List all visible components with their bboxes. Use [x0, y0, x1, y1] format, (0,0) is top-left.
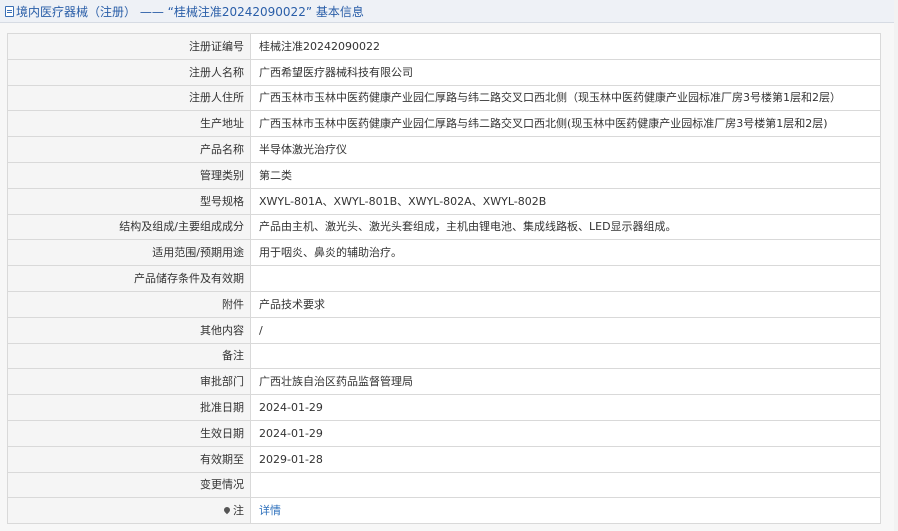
- table-row: 注册人名称 广西希望医疗器械科技有限公司: [7, 58, 881, 86]
- note-value-cell: 详情: [250, 497, 881, 525]
- pin-icon: [222, 505, 232, 515]
- field-value: 第二类: [250, 161, 881, 189]
- field-label: 注册人住所: [7, 84, 251, 112]
- note-row: 注 详情: [7, 497, 881, 525]
- field-label: 注册人名称: [7, 58, 251, 86]
- table-row: 注册证编号 桂械注准20242090022: [7, 33, 881, 60]
- page-title: 境内医疗器械（注册） —— “桂械注准20242090022” 基本信息: [16, 4, 364, 19]
- field-label: 备注: [7, 342, 251, 370]
- detail-table: 注册证编号 桂械注准20242090022 注册人名称 广西希望医疗器械科技有限公司…: [7, 33, 881, 525]
- field-label: 附件: [7, 290, 251, 318]
- field-value: 广西壮族自治区药品监督管理局: [250, 368, 881, 396]
- field-value: 产品由主机、激光头、激光头套组成，主机由锂电池、集成线路板、LED显示器组成。: [250, 213, 881, 241]
- field-label: 结构及组成/主要组成成分: [7, 213, 251, 241]
- table-row: 结构及组成/主要组成成分 产品由主机、激光头、激光头套组成，主机由锂电池、集成线路…: [7, 213, 881, 241]
- field-value: /: [250, 316, 881, 344]
- table-row: 备注: [7, 342, 881, 370]
- table-row: 产品储存条件及有效期: [7, 265, 881, 292]
- field-label: 产品储存条件及有效期: [7, 265, 251, 292]
- field-label: 产品名称: [7, 136, 251, 163]
- field-value: 广西玉林市玉林中医药健康产业园仁厚路与纬二路交叉口西北侧（现玉林中医药健康产业园…: [250, 84, 881, 112]
- field-value: [250, 471, 881, 499]
- field-label: 审批部门: [7, 368, 251, 396]
- table-row: 适用范围/预期用途 用于咽炎、鼻炎的辅助治疗。: [7, 239, 881, 267]
- field-label: 生产地址: [7, 110, 251, 138]
- detail-panel: 注册证编号 桂械注准20242090022 注册人名称 广西希望医疗器械科技有限公司…: [0, 23, 894, 531]
- field-value: 桂械注准20242090022: [250, 33, 881, 60]
- field-label: 适用范围/预期用途: [7, 239, 251, 267]
- field-value: XWYL-801A、XWYL-801B、XWYL-802A、XWYL-802B: [250, 187, 881, 215]
- note-label: 注: [233, 504, 244, 518]
- table-row: 其他内容 /: [7, 316, 881, 344]
- field-value: 半导体激光治疗仪: [250, 136, 881, 163]
- field-label: 生效日期: [7, 419, 251, 447]
- table-row: 管理类别 第二类: [7, 161, 881, 189]
- field-value: 用于咽炎、鼻炎的辅助治疗。: [250, 239, 881, 267]
- field-value: [250, 342, 881, 370]
- note-label-cell: 注: [7, 497, 251, 525]
- field-value: 2024-01-29: [250, 394, 881, 421]
- field-value: 广西希望医疗器械科技有限公司: [250, 58, 881, 86]
- table-row: 变更情况: [7, 471, 881, 499]
- table-row: 生效日期 2024-01-29: [7, 419, 881, 447]
- field-label: 批准日期: [7, 394, 251, 421]
- field-value: [250, 265, 881, 292]
- page-header: 境内医疗器械（注册） —— “桂械注准20242090022” 基本信息: [0, 0, 894, 23]
- details-link[interactable]: 详情: [259, 504, 281, 517]
- field-label: 注册证编号: [7, 33, 251, 60]
- field-value: 2029-01-28: [250, 445, 881, 473]
- table-row: 生产地址 广西玉林市玉林中医药健康产业园仁厚路与纬二路交叉口西北侧(现玉林中医药健…: [7, 110, 881, 138]
- table-row: 批准日期 2024-01-29: [7, 394, 881, 421]
- document-icon: [5, 5, 14, 17]
- field-label: 型号规格: [7, 187, 251, 215]
- table-row: 注册人住所 广西玉林市玉林中医药健康产业园仁厚路与纬二路交叉口西北侧（现玉林中医药…: [7, 84, 881, 112]
- field-label: 管理类别: [7, 161, 251, 189]
- table-row: 附件 产品技术要求: [7, 290, 881, 318]
- field-value: 广西玉林市玉林中医药健康产业园仁厚路与纬二路交叉口西北侧(现玉林中医药健康产业园…: [250, 110, 881, 138]
- table-row: 有效期至 2029-01-28: [7, 445, 881, 473]
- scrollbar[interactable]: [894, 0, 898, 531]
- field-label: 有效期至: [7, 445, 251, 473]
- table-row: 审批部门 广西壮族自治区药品监督管理局: [7, 368, 881, 396]
- field-value: 产品技术要求: [250, 290, 881, 318]
- table-row: 产品名称 半导体激光治疗仪: [7, 136, 881, 163]
- field-label: 其他内容: [7, 316, 251, 344]
- table-row: 型号规格 XWYL-801A、XWYL-801B、XWYL-802A、XWYL-8…: [7, 187, 881, 215]
- field-value: 2024-01-29: [250, 419, 881, 447]
- field-label: 变更情况: [7, 471, 251, 499]
